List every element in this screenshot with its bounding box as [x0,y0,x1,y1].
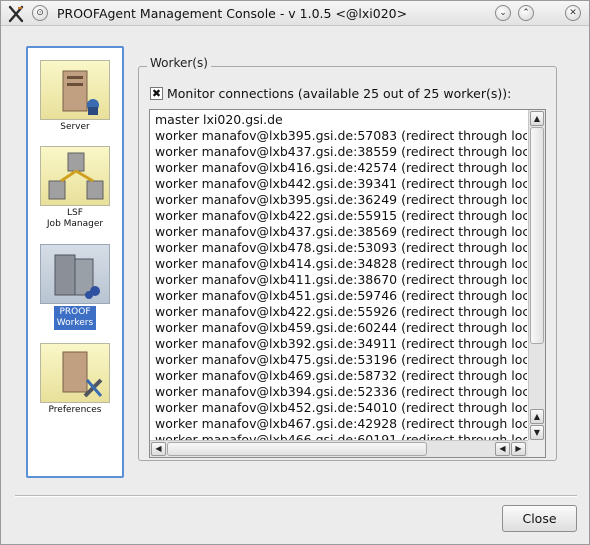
sidebar-label-proof-workers: PROOF Workers [53,306,97,330]
monitor-connections-checkbox[interactable]: ✖ [150,87,163,100]
lsf-job-manager-icon [40,146,110,206]
sidebar-item-preferences[interactable]: Preferences [30,343,120,416]
window-title: PROOFAgent Management Console - v 1.0.5 … [57,6,408,21]
minimize-button[interactable]: ⌄ [495,5,511,21]
workers-group-title: Worker(s) [147,56,211,70]
worker-list-item[interactable]: worker manafov@lxb395.gsi.de:36249 (redi… [155,192,527,208]
server-icon [40,60,110,120]
preferences-icon [40,343,110,403]
worker-list-item[interactable]: worker manafov@lxb422.gsi.de:55915 (redi… [155,208,527,224]
workers-list-rows: master lxi020.gsi.de worker manafov@lxb39… [155,112,527,441]
worker-list-item[interactable]: worker manafov@lxb467.gsi.de:42928 (redi… [155,416,527,432]
vertical-scroll-thumb[interactable] [530,127,544,344]
maximize-button[interactable]: ⌃ [518,5,534,21]
scroll-left-button[interactable]: ◀ [151,442,166,456]
worker-list-item[interactable]: worker manafov@lxb394.gsi.de:52336 (redi… [155,384,527,400]
worker-list-item[interactable]: worker manafov@lxb422.gsi.de:55926 (redi… [155,304,527,320]
worker-list-item[interactable]: worker manafov@lxb395.gsi.de:57083 (redi… [155,128,527,144]
worker-list-item[interactable]: worker manafov@lxb442.gsi.de:39341 (redi… [155,176,527,192]
sidebar-item-lsf-job-manager[interactable]: LSF Job Manager [30,146,120,230]
scroll-left-end-button[interactable]: ◀ [495,442,510,456]
workers-list[interactable]: master lxi020.gsi.de worker manafov@lxb39… [149,109,546,458]
scroll-up-top-button[interactable]: ▲ [530,111,544,126]
worker-list-item[interactable]: worker manafov@lxb437.gsi.de:38559 (redi… [155,144,527,160]
worker-list-item[interactable]: worker manafov@lxb475.gsi.de:53196 (redi… [155,352,527,368]
sidebar-label-lsf-job-manager: LSF Job Manager [46,208,104,229]
worker-list-item[interactable]: worker manafov@lxb469.gsi.de:58732 (redi… [155,368,527,384]
footer-separator [15,495,577,497]
close-window-button[interactable]: ✕ [565,5,581,21]
vertical-scrollbar[interactable]: ▲ ▲ ▼ [528,110,545,442]
app-x-icon [8,5,24,23]
title-bar[interactable]: ⊙ PROOFAgent Management Console - v 1.0.… [1,1,589,26]
scroll-up-button[interactable]: ▲ [530,409,544,424]
horizontal-scrollbar[interactable]: ◀ ◀ ▶ [150,440,529,457]
worker-list-item[interactable]: worker manafov@lxb452.gsi.de:54010 (redi… [155,400,527,416]
monitor-connections-label[interactable]: Monitor connections (available 25 out of… [167,86,511,101]
sidebar-label-preferences: Preferences [48,405,102,415]
worker-list-item[interactable]: worker manafov@lxb459.gsi.de:60244 (redi… [155,320,527,336]
proof-workers-icon [40,244,110,304]
worker-list-item[interactable]: worker manafov@lxb392.gsi.de:34911 (redi… [155,336,527,352]
worker-list-item[interactable]: worker manafov@lxb416.gsi.de:42574 (redi… [155,160,527,176]
worker-list-item[interactable]: master lxi020.gsi.de [155,112,527,128]
worker-list-item[interactable]: worker manafov@lxb478.gsi.de:53093 (redi… [155,240,527,256]
scroll-right-button[interactable]: ▶ [511,442,526,456]
worker-list-item[interactable]: worker manafov@lxb411.gsi.de:38670 (redi… [155,272,527,288]
worker-list-item[interactable]: worker manafov@lxb414.gsi.de:34828 (redi… [155,256,527,272]
worker-list-item[interactable]: worker manafov@lxb451.gsi.de:59746 (redi… [155,288,527,304]
horizontal-scroll-thumb[interactable] [167,442,427,456]
window-menu-button[interactable]: ⊙ [32,5,48,21]
sidebar-item-server[interactable]: Server [30,60,120,133]
main-window: ⊙ PROOFAgent Management Console - v 1.0.… [0,0,590,545]
sidebar-item-proof-workers[interactable]: PROOF Workers [30,244,120,330]
scrollbar-corner [528,440,545,457]
sidebar: Server LSF Job Manager PROOF Workers Pre… [26,46,124,478]
worker-list-item[interactable]: worker manafov@lxb437.gsi.de:38569 (redi… [155,224,527,240]
close-button[interactable]: Close [502,505,577,532]
sidebar-label-server: Server [60,122,90,132]
scroll-down-button[interactable]: ▼ [530,425,544,440]
